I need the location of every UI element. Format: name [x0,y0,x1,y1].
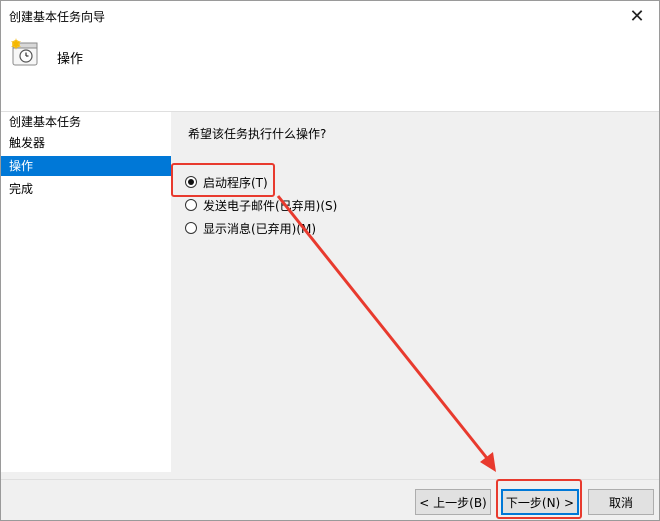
cancel-button[interactable]: 取消 [588,489,654,515]
nav-item-create-basic-task[interactable]: 创建基本任务 [1,112,171,132]
option-send-email[interactable]: 发送电子邮件(已弃用)(S) [185,196,337,214]
option-send-email-label: 发送电子邮件(已弃用)(S) [203,198,338,213]
nav-item-finish[interactable]: 完成 [1,179,171,199]
annotation-box-start-program [171,163,275,197]
radio-show-message[interactable] [185,222,197,234]
wizard-steps-nav: 创建基本任务 触发器 操作 完成 [1,112,171,472]
option-show-message[interactable]: 显示消息(已弃用)(M) [185,219,316,237]
annotation-box-next-button [496,479,582,519]
option-show-message-label: 显示消息(已弃用)(M) [203,221,317,236]
wizard-header: 操作 [1,31,659,112]
close-icon[interactable]: ✕ [615,1,659,31]
radio-send-email[interactable] [185,199,197,211]
wizard-window: 创建基本任务向导 ✕ 操作 创建基本任务 触发器 操作 完成 希望该任务执行什么… [0,0,660,521]
clock-task-icon [11,38,38,66]
back-button[interactable]: < 上一步(B) [415,489,491,515]
title-bar: 创建基本任务向导 ✕ [1,1,659,31]
page-title: 操作 [57,52,84,67]
nav-item-trigger[interactable]: 触发器 [1,133,171,153]
action-prompt: 希望该任务执行什么操作? [188,127,327,141]
window-title: 创建基本任务向导 [9,10,106,24]
nav-item-action[interactable]: 操作 [1,156,171,176]
